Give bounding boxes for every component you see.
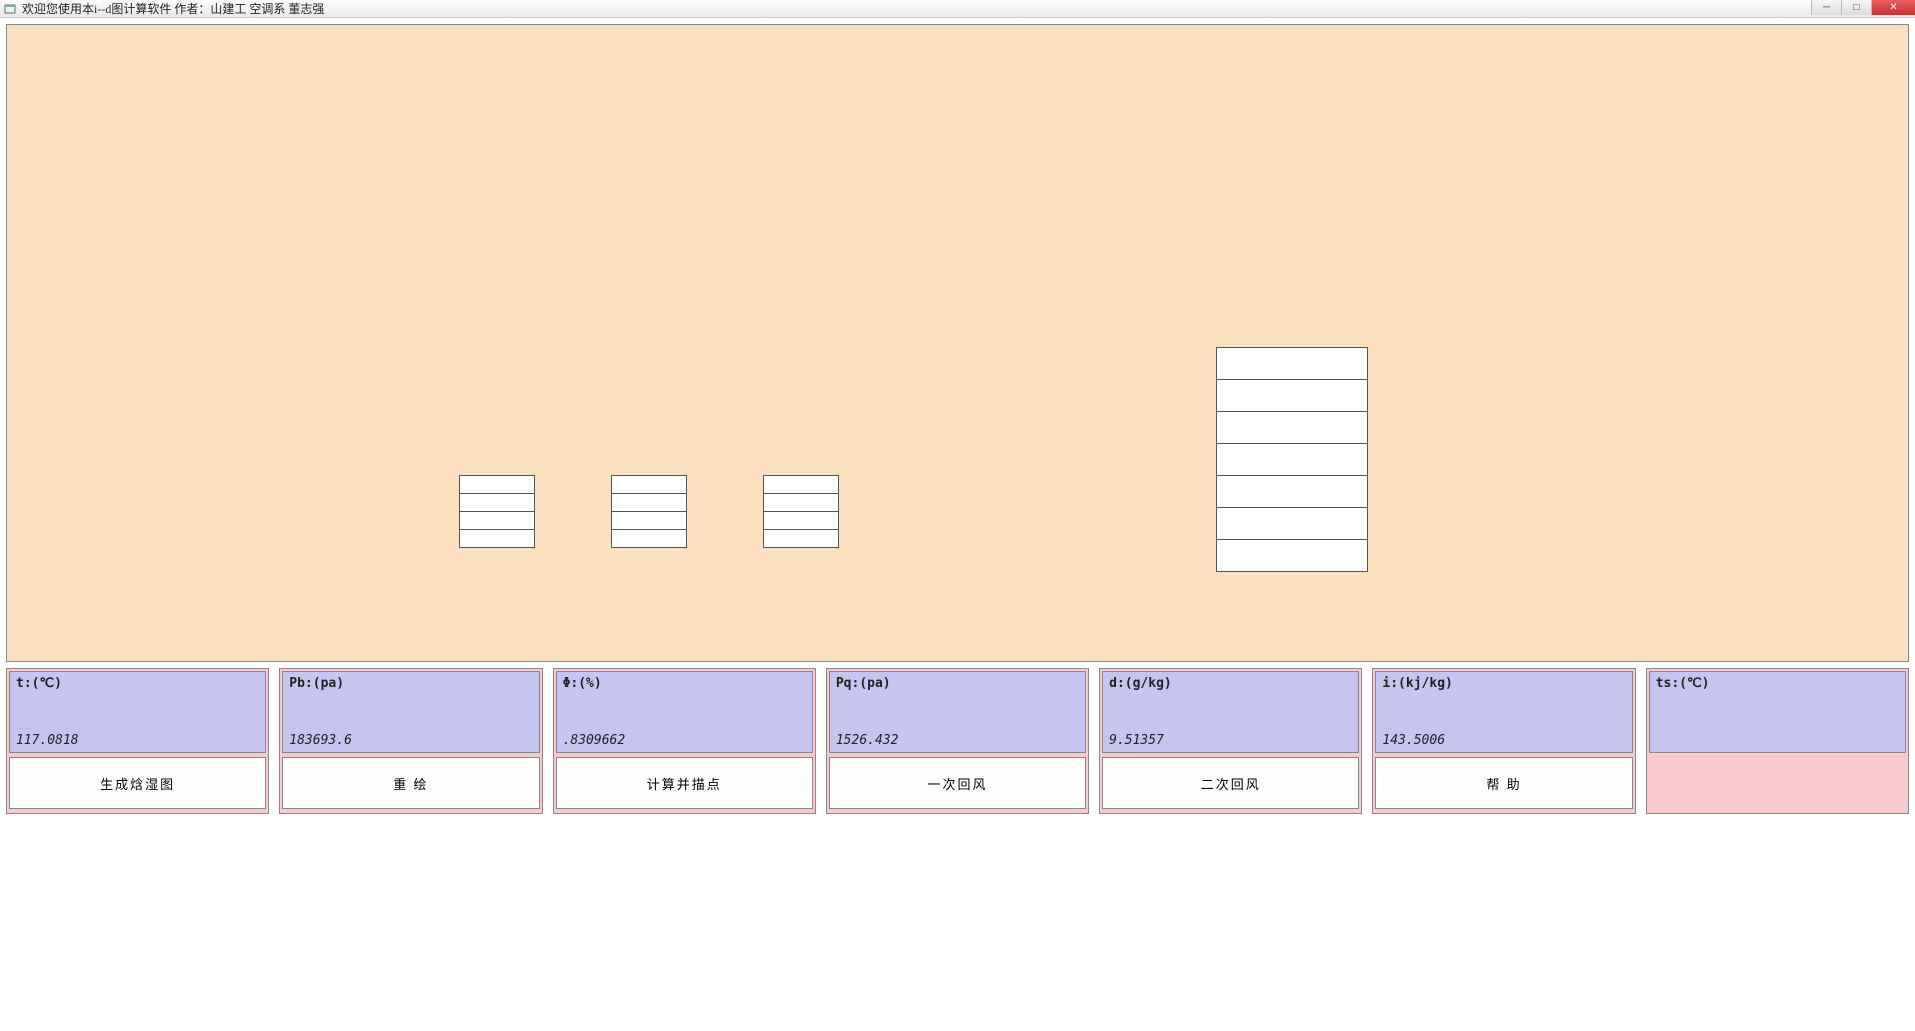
param-col-ts: ts:(℃) xyxy=(1646,668,1909,814)
minimize-button[interactable]: ─ xyxy=(1811,0,1841,15)
input-cell[interactable] xyxy=(1216,347,1368,380)
input-cell[interactable] xyxy=(1216,379,1368,412)
generate-button[interactable]: 生成焓湿图 xyxy=(9,757,266,809)
param-col-pq: Pq:(pa) 1526.432 一次回风 xyxy=(826,668,1089,814)
param-box: d:(g/kg) 9.51357 xyxy=(1102,671,1359,753)
param-label: Pb:(pa) xyxy=(289,676,532,691)
param-value: 183693.6 xyxy=(289,733,532,748)
titlebar: 欢迎您使用本i--d图计算软件 作者：山建工 空调系 董志强 ─ □ ✕ xyxy=(0,0,1915,18)
param-box: t:(℃) 117.0818 xyxy=(9,671,266,753)
input-cell[interactable] xyxy=(1216,411,1368,444)
input-cell[interactable] xyxy=(611,475,687,494)
return2-button[interactable]: 二次回风 xyxy=(1102,757,1359,809)
window-controls: ─ □ ✕ xyxy=(1811,0,1915,15)
window-title: 欢迎您使用本i--d图计算软件 作者：山建工 空调系 董志强 xyxy=(22,0,324,17)
app-icon xyxy=(4,3,16,15)
param-value: 143.5006 xyxy=(1382,733,1625,748)
input-cell[interactable] xyxy=(763,529,839,548)
param-box: ts:(℃) xyxy=(1649,671,1906,753)
param-label: t:(℃) xyxy=(16,676,259,691)
param-value: 9.51357 xyxy=(1109,733,1352,748)
param-label: i:(kj/kg) xyxy=(1382,676,1625,691)
input-cell[interactable] xyxy=(611,493,687,512)
input-stack-c xyxy=(763,475,839,548)
input-cell[interactable] xyxy=(459,493,535,512)
close-button[interactable]: ✕ xyxy=(1871,0,1915,15)
help-button[interactable]: 帮 助 xyxy=(1375,757,1632,809)
input-cell[interactable] xyxy=(763,475,839,494)
param-value: .8309662 xyxy=(563,733,806,748)
redraw-button[interactable]: 重 绘 xyxy=(282,757,539,809)
param-value: 117.0818 xyxy=(16,733,259,748)
param-col-pb: Pb:(pa) 183693.6 重 绘 xyxy=(279,668,542,814)
input-stack-b xyxy=(611,475,687,548)
client-area: t:(℃) 117.0818 生成焓湿图 Pb:(pa) 183693.6 重 … xyxy=(0,18,1915,1031)
input-cell[interactable] xyxy=(763,511,839,530)
param-col-t: t:(℃) 117.0818 生成焓湿图 xyxy=(6,668,269,814)
param-col-i: i:(kj/kg) 143.5006 帮 助 xyxy=(1372,668,1635,814)
input-stack-right xyxy=(1216,347,1368,572)
param-label: ts:(℃) xyxy=(1656,676,1899,691)
param-box: Pq:(pa) 1526.432 xyxy=(829,671,1086,753)
return1-button[interactable]: 一次回风 xyxy=(829,757,1086,809)
param-label: d:(g/kg) xyxy=(1109,676,1352,691)
param-col-phi: Φ:(%) .8309662 计算并描点 xyxy=(553,668,816,814)
param-label: Pq:(pa) xyxy=(836,676,1079,691)
bottom-panel: t:(℃) 117.0818 生成焓湿图 Pb:(pa) 183693.6 重 … xyxy=(6,668,1909,814)
input-cell[interactable] xyxy=(611,529,687,548)
chart-canvas xyxy=(6,24,1909,662)
input-cell[interactable] xyxy=(459,475,535,494)
input-cell[interactable] xyxy=(459,511,535,530)
input-cell[interactable] xyxy=(763,493,839,512)
input-cell[interactable] xyxy=(1216,539,1368,572)
calc-button[interactable]: 计算并描点 xyxy=(556,757,813,809)
input-cell[interactable] xyxy=(1216,443,1368,476)
input-stack-a xyxy=(459,475,535,548)
param-box: Φ:(%) .8309662 xyxy=(556,671,813,753)
param-col-d: d:(g/kg) 9.51357 二次回风 xyxy=(1099,668,1362,814)
input-cell[interactable] xyxy=(611,511,687,530)
input-cell[interactable] xyxy=(1216,475,1368,508)
input-cell[interactable] xyxy=(459,529,535,548)
param-value: 1526.432 xyxy=(836,733,1079,748)
input-cell[interactable] xyxy=(1216,507,1368,540)
param-box: i:(kj/kg) 143.5006 xyxy=(1375,671,1632,753)
param-box: Pb:(pa) 183693.6 xyxy=(282,671,539,753)
maximize-button[interactable]: □ xyxy=(1841,0,1871,15)
param-label: Φ:(%) xyxy=(563,676,806,691)
